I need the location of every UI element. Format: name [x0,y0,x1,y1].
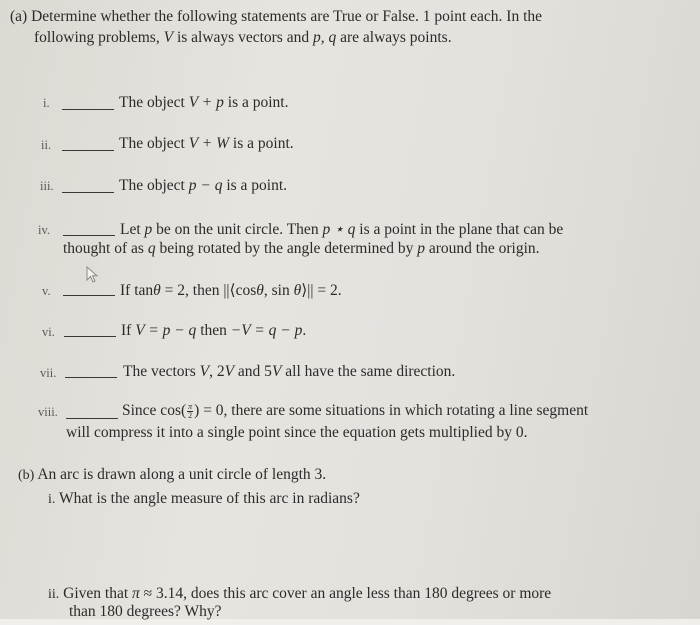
part-a-label: (a) [10,8,28,25]
math: −V = q − p [230,322,303,339]
text: The object [119,135,185,152]
text: thought of as [63,240,144,257]
question-text: What is the angle measure of this arc in… [59,490,360,507]
question-number: i. [48,492,56,507]
text: An arc is drawn along a unit circle of l… [37,466,327,483]
text: is a point in the plane that can be [359,221,564,238]
statement-text: The vectors V, 2V and 5V all have the sa… [123,363,455,381]
statement-text-line2: will compress it into a single point sin… [66,424,528,442]
answer-blank[interactable] [63,235,115,236]
mouse-pointer-icon [86,266,99,283]
statement-text: The object p − q is a point. [119,177,287,195]
math: θ [153,282,161,299]
math: θ [256,282,264,299]
text: then [200,322,227,339]
question-number: ii. [48,587,60,602]
item-number: iii. [40,179,54,193]
math: q [147,240,156,257]
text: The object [119,94,185,111]
text: and 5 [237,363,272,380]
text: , 2 [209,363,225,380]
answer-blank[interactable] [62,192,114,193]
part-a-intro-line1: (a) Determine whether the following stat… [10,8,542,26]
math: π [132,585,140,602]
text: being rotated by the angle determined by [159,240,414,257]
math: V [271,363,282,380]
answer-blank[interactable] [65,377,117,378]
item-number: v. [42,284,51,298]
text: ⟩|| = 2. [301,282,342,299]
item-number: ii. [41,138,52,152]
statement-text: If V = p − q then −V = q − p. [121,322,306,340]
intro-text: are always points. [340,29,452,46]
text: The object [119,177,185,194]
text: be on the unit circle. Then [156,221,319,238]
intro-math-pq: p, q [312,29,337,46]
text: . [302,322,307,339]
answer-blank[interactable] [64,336,116,337]
intro-text: following problems, [34,29,160,46]
statement-text-line2: thought of as q being rotated by the ang… [63,240,540,258]
item-number: vi. [42,325,55,339]
item-number: iv. [38,223,51,237]
question-text: than 180 degrees? Why? [69,603,222,620]
statement-text-line1: Since cos(π 2) = 0, there are some situat… [122,402,588,420]
answer-blank[interactable] [63,295,115,296]
fraction: π2 [187,402,194,420]
part-b-question-i: i. What is the angle measure of this arc… [48,490,360,508]
answer-blank[interactable] [66,418,118,419]
text: The vectors [123,363,196,380]
intro-math-v: V [163,29,174,46]
text: Let [120,221,141,238]
text: around the origin. [428,240,540,257]
item-number: viii. [38,405,58,419]
item-number: vii. [40,366,57,380]
math: V = p − q [135,322,197,339]
part-b-question-ii-line2: than 180 degrees? Why? [69,603,222,621]
math: p − q [188,177,223,194]
text: If tan [120,282,154,299]
part-b-label: (b) [18,468,35,483]
statement-text: The object V + p is a point. [119,94,288,112]
math: p [144,221,153,238]
math: p ⋆ q [322,221,356,238]
text: , sin [263,282,290,299]
item-number: i. [43,96,50,110]
text: is a point. [227,94,289,111]
text: is a point. [226,177,288,194]
part-a-intro-text: Determine whether the following statemen… [31,8,543,25]
text: ) = 0, there are some situations in whic… [194,402,589,419]
text: is a point. [232,135,294,152]
statement-text: If tanθ = 2, then ||⟨cosθ, sin θ⟩|| = 2. [120,281,342,300]
math: p [417,240,426,257]
math: V [199,363,210,380]
text: = 2, then ||⟨cos [164,282,257,299]
part-a-intro-line2: following problems, V is always vectors … [34,29,452,47]
statement-text: The object V + W is a point. [119,135,294,153]
math: V [224,363,235,380]
part-b-question-ii-line1: ii. Given that π ≈ 3.14, does this arc c… [48,585,551,603]
answer-blank[interactable] [62,109,114,110]
text: will compress it into a single point sin… [66,424,528,441]
text: all have the same direction. [285,363,456,380]
math: V + W [188,135,230,152]
text: Since cos( [122,402,187,419]
question-text: ≈ 3.14, does this arc cover an angle les… [143,585,552,602]
question-text: Given that [63,585,129,602]
answer-blank[interactable] [62,150,114,151]
math: V + p [188,94,224,111]
intro-text: is always vectors and [176,29,310,46]
text: If [121,322,132,339]
denominator: 2 [188,410,193,420]
statement-text-line1: Let p be on the unit circle. Then p ⋆ q … [120,220,563,239]
part-b-intro: (b) An arc is drawn along a unit circle … [18,466,326,484]
